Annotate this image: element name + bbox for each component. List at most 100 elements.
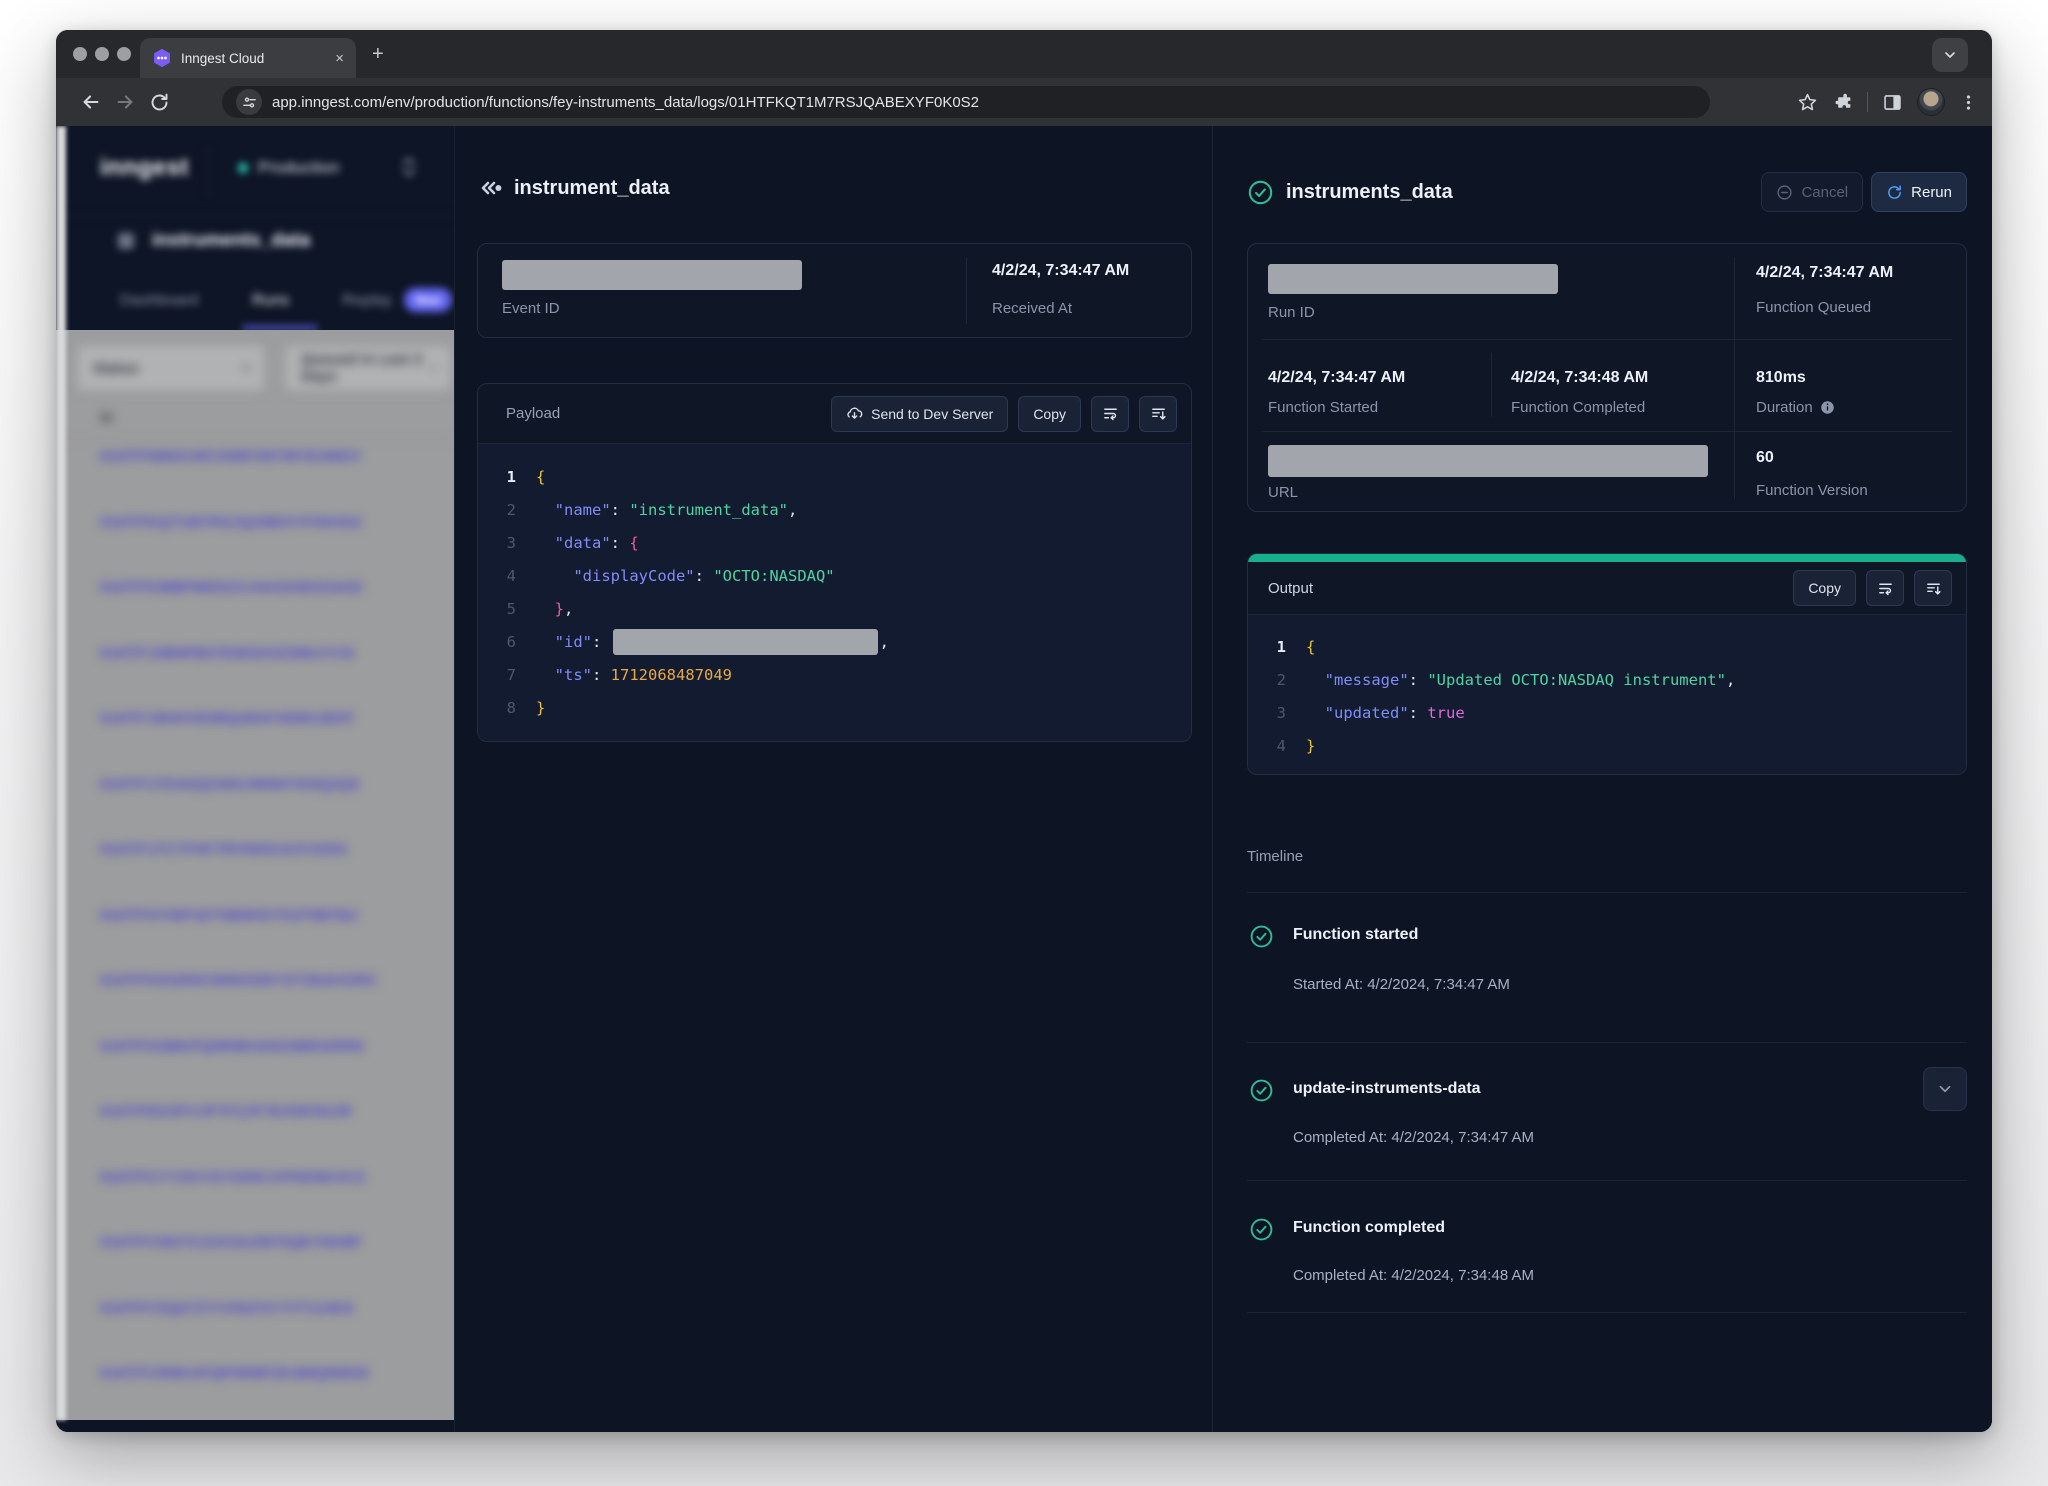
chevron-down-icon [1936,1080,1954,1098]
run-id-link[interactable]: 01HTFKQT1M7RSJQABEXYF0K0S2 [100,512,444,578]
function-version-value: 60 [1756,449,1774,467]
function-completed-value: 4/2/24, 7:34:48 AM [1511,369,1648,387]
word-wrap-icon [1102,405,1119,422]
expand-rows-button[interactable] [1139,396,1177,432]
received-at-value: 4/2/24, 7:34:47 AM [992,262,1129,280]
browser-window: Inngest Cloud × + app.inngest.com/env/pr… [56,30,1992,1432]
timeline-item-update-instruments-data: update-instruments-data Completed At: 4/… [1247,1043,1967,1181]
output-code[interactable]: 1{2 "message": "Updated OCTO:NASDAQ inst… [1248,615,1966,774]
payload-copy-button[interactable]: Copy [1018,396,1081,432]
side-panel-icon[interactable] [1882,92,1903,113]
site-settings-icon[interactable] [236,89,262,115]
code-line: 5 }, [478,592,1191,625]
environment-selector[interactable]: Production [238,158,339,178]
run-id-link[interactable]: 01HTFJ7DA6Q238SJWNHYE9Q2Q0 [100,774,444,840]
line-number: 1 [478,468,536,486]
forward-button[interactable] [108,85,142,119]
received-at-label: Received At [992,300,1072,317]
run-id-label: Run ID [1268,304,1315,321]
event-title: instrument_data [514,177,670,200]
tab-strip: Inngest Cloud × + [56,30,1992,78]
tab-runs[interactable]: Runs [252,292,289,310]
url-bar[interactable]: app.inngest.com/env/production/functions… [222,86,1710,118]
blur-edge [56,126,66,1420]
rerun-button[interactable]: Rerun [1871,172,1967,212]
code-line: 3 "updated": true [1248,696,1966,729]
output-word-wrap-button[interactable] [1866,570,1904,606]
tab-replay[interactable]: Replay [342,292,392,310]
back-button[interactable] [74,85,108,119]
browser-menu-kebab-icon[interactable] [1959,93,1978,112]
environment-chevrons-icon[interactable] [400,154,418,180]
run-id-list: 01HTFN86XV8CXW87657W7E3WDY01HTFKQT1M7RSJ… [100,446,444,1420]
step-check-icon [1249,1078,1274,1103]
code-line: 6 "id": , [478,625,1191,658]
code-line: 4} [1248,729,1966,762]
run-id-link[interactable]: 01HTFN86XV8CXW87657W7E3WDY [100,446,444,512]
code-line: 4 "displayCode": "OCTO:NASDAQ" [478,559,1191,592]
payload-code[interactable]: 1{2 "name": "instrument_data",3 "data": … [478,444,1191,741]
run-id-link[interactable]: 01HTFCYY2GYGYGDKJVP82NKXC2 [100,1167,444,1233]
event-id-redacted [502,260,802,290]
word-wrap-button[interactable] [1091,396,1129,432]
new-tab-button[interactable]: + [372,44,384,64]
tab-search-button[interactable] [1932,38,1968,72]
run-id-link[interactable]: 01HTFCR9KAPQP0R8PZK3MQNMX8 [100,1363,444,1420]
cancel-button[interactable]: Cancel [1761,172,1863,212]
expand-rows-icon [1925,580,1942,597]
output-copy-button[interactable]: Copy [1793,570,1856,606]
back-arrow-icon [80,91,102,113]
run-id-link[interactable]: 01HTFHXGR0CWNHSWYST3NAVGRC [100,970,444,1036]
line-number: 5 [478,600,536,618]
cloud-down-icon [846,405,863,422]
run-id-link[interactable]: 01HTFEG3FVJP7FZJF7EA5KN3JR [100,1101,444,1167]
line-number: 7 [478,666,536,684]
line-number: 2 [1248,671,1306,689]
line-number: 2 [478,501,536,519]
inngest-favicon [152,48,172,68]
event-id-label: Event ID [502,300,560,317]
date-range-filter-dropdown[interactable]: Queued in Last 3 Days [284,344,452,392]
bookmark-star-icon[interactable] [1797,92,1818,113]
url-label: URL [1268,484,1298,501]
expand-step-button[interactable] [1923,1067,1967,1111]
run-id-link[interactable]: 01HTFKMBPMD0ZAJ4AG04KD3A02 [100,577,444,643]
redacted-value [613,629,878,655]
window-controls[interactable] [73,47,131,61]
url-text[interactable]: app.inngest.com/env/production/functions… [272,94,979,111]
duration-value: 810ms [1756,369,1806,387]
output-expand-rows-button[interactable] [1914,570,1952,606]
duration-label: Duration [1756,399,1835,416]
send-to-dev-server-button[interactable]: Send to Dev Server [831,396,1008,432]
reload-button[interactable] [142,85,176,119]
run-id-link[interactable]: 01HTFJ7C7FHF7RVN051G3Y0253 [100,839,444,905]
timeline-item-function-completed: Function completed Completed At: 4/2/202… [1247,1181,1967,1313]
run-id-link[interactable]: 01HTFC5Q07ZYVXNZVC7VT1Z4K6 [100,1298,444,1364]
profile-avatar[interactable] [1917,88,1945,116]
tab-dashboard[interactable]: Dashboard [120,292,198,310]
inngest-app: inngest Production instruments_data Da [56,126,1992,1432]
rerun-icon [1886,184,1903,201]
minimize-window-button[interactable] [95,47,109,61]
code-line: 2 "message": "Updated OCTO:NASDAQ instru… [1248,663,1966,696]
line-number: 6 [478,633,536,651]
chevron-down-icon [1942,47,1958,63]
run-id-link[interactable]: 01HTFG3BKPQ5R9E4A910BRARRN [100,1036,444,1102]
status-filter-dropdown[interactable]: Status [76,344,266,392]
function-version-label: Function Version [1756,482,1868,499]
zoom-window-button[interactable] [117,47,131,61]
extensions-icon[interactable] [1832,92,1853,113]
run-id-link[interactable]: 01HTFJ9HHVE0BQ48AF4DM13E9T [100,708,444,774]
tab-close-icon[interactable]: × [335,51,344,66]
payload-label: Payload [506,405,560,422]
browser-tab[interactable]: Inngest Cloud × [140,38,356,78]
info-icon[interactable] [1820,400,1835,415]
close-window-button[interactable] [73,47,87,61]
run-id-link[interactable]: 01HTFCW27CZ2X3AZM75QEYNH8F [100,1232,444,1298]
function-started-label: Function Started [1268,399,1378,416]
code-line: 7 "ts": 1712068487049 [478,658,1191,691]
run-id-link[interactable]: 01HTFJ3B9PB27EWGK5Z086JYC8 [100,643,444,709]
run-id-link[interactable]: 01HTFHYWF32TSB9HGT01F5BTBJ [100,905,444,971]
function-name: instruments_data [152,230,310,252]
run-details-card: Run ID 4/2/24, 7:34:47 AM Function Queue… [1247,243,1967,512]
